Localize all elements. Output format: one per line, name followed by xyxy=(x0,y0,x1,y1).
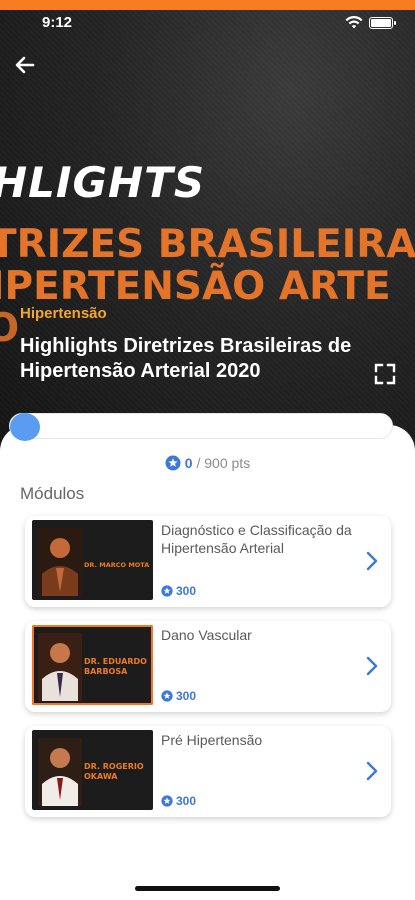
battery-icon xyxy=(369,16,396,29)
points-total: / 900 pts xyxy=(196,455,251,471)
thumbnail-label-line-1: DR. EDUARDO xyxy=(84,657,147,666)
module-points: 300 xyxy=(161,584,196,598)
module-title: Dano Vascular xyxy=(161,627,252,643)
status-time: 9:12 xyxy=(42,14,73,31)
module-card[interactable]: DR. ROGERIO OKAWA Pré Hipertensão 300 xyxy=(25,726,391,817)
module-thumbnail: DR. EDUARDO BARBOSA xyxy=(32,625,153,705)
progress-knob[interactable] xyxy=(10,413,40,441)
module-title: Pré Hipertensão xyxy=(161,732,263,748)
module-points: 300 xyxy=(161,794,196,808)
thumbnail-label-line-2: BARBOSA xyxy=(84,667,128,676)
module-points: 300 xyxy=(161,689,196,703)
star-badge-icon xyxy=(165,455,181,471)
course-progress-bar[interactable] xyxy=(9,413,393,441)
doctor-photo xyxy=(38,528,82,596)
course-hero: HLIGHTS TRIZES BRASILEIRA IPERTENSÃO ART… xyxy=(0,0,415,455)
banner-title-line-2: IPERTENSÃO ARTE xyxy=(0,264,391,309)
fullscreen-icon[interactable] xyxy=(373,362,397,386)
module-card[interactable]: DR. MARCO MOTA Diagnóstico e Classificaç… xyxy=(25,516,391,607)
star-badge-icon xyxy=(161,690,173,702)
course-title: Highlights Diretrizes Brasileiras de Hip… xyxy=(20,335,352,382)
module-thumbnail: DR. MARCO MOTA xyxy=(32,520,153,600)
top-accent-bar xyxy=(0,0,415,10)
points-earned: 0 xyxy=(184,455,193,471)
points-summary: 0 / 900 pts xyxy=(0,455,415,471)
banner-title-line-1: TRIZES BRASILEIRA xyxy=(0,222,415,267)
status-bar: 9:12 xyxy=(0,10,415,34)
doctor-photo xyxy=(38,738,82,806)
star-badge-icon xyxy=(161,585,173,597)
status-icons xyxy=(345,16,396,29)
star-badge-icon xyxy=(161,795,173,807)
module-title: Diagnóstico e Classificação da Hipertens… xyxy=(161,522,352,556)
home-indicator[interactable] xyxy=(135,886,280,891)
arrow-left-icon xyxy=(15,56,35,74)
thumbnail-label: DR. MARCO MOTA xyxy=(84,561,150,569)
thumbnail-label: DR. ROGERIO OKAWA xyxy=(84,762,144,782)
thumbnail-label: DR. EDUARDO BARBOSA xyxy=(84,657,147,677)
back-button[interactable] xyxy=(10,50,40,80)
banner-highlights-text: HLIGHTS xyxy=(0,158,206,207)
module-card[interactable]: DR. EDUARDO BARBOSA Dano Vascular 300 xyxy=(25,621,391,712)
chevron-right-icon[interactable] xyxy=(365,655,379,677)
thumbnail-label-line-2: OKAWA xyxy=(84,772,118,781)
modules-heading: Módulos xyxy=(20,484,85,503)
course-category: Hipertensão xyxy=(20,305,107,322)
doctor-photo xyxy=(38,633,82,701)
thumbnail-label-line-1: DR. ROGERIO xyxy=(84,762,144,771)
module-points-value: 300 xyxy=(176,689,197,703)
module-thumbnail: DR. ROGERIO OKAWA xyxy=(32,730,153,810)
chevron-right-icon[interactable] xyxy=(365,760,379,782)
module-points-value: 300 xyxy=(176,584,197,598)
wifi-icon xyxy=(345,16,363,29)
banner-title-line-3: O xyxy=(0,306,20,351)
module-points-value: 300 xyxy=(176,794,197,808)
chevron-right-icon[interactable] xyxy=(365,550,379,572)
